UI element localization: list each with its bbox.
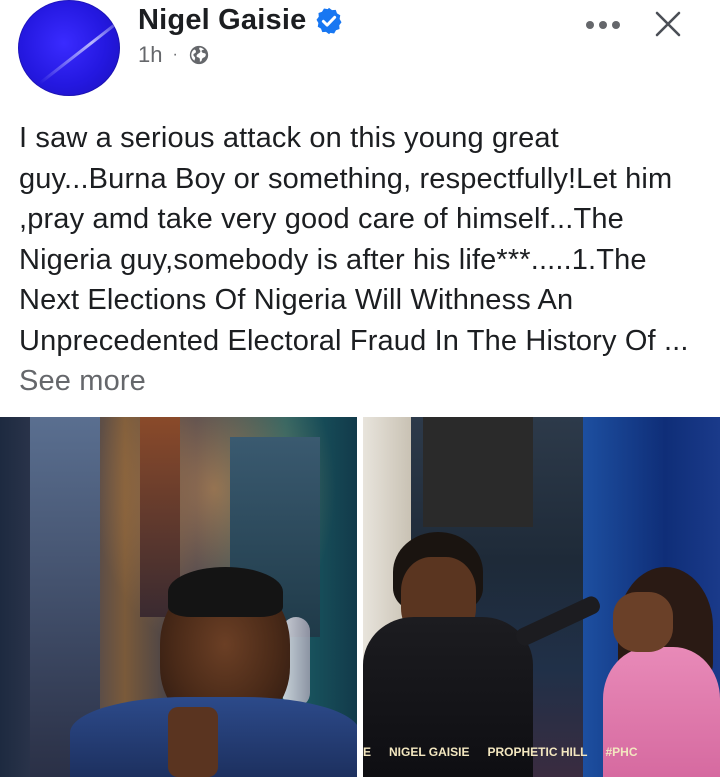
post-text: I saw a serious attack on this young gre… <box>19 122 689 357</box>
more-options-icon[interactable] <box>586 16 626 34</box>
author-name-row: Nigel Gaisie <box>138 4 344 37</box>
post-header: Nigel Gaisie 1h · <box>0 0 720 110</box>
watermark-text-3: PROPHETIC HILL <box>487 745 588 759</box>
watermark-text-4: #PHC <box>605 745 638 759</box>
post-body: I saw a serious attack on this young gre… <box>19 118 709 402</box>
author-avatar[interactable] <box>18 0 120 96</box>
verified-badge-icon <box>316 7 342 34</box>
close-icon[interactable] <box>652 8 684 40</box>
post-photo-1[interactable] <box>0 417 357 777</box>
globe-icon[interactable] <box>188 44 210 66</box>
post-time[interactable]: 1h <box>138 42 162 68</box>
author-name[interactable]: Nigel Gaisie <box>138 4 306 37</box>
watermark-text-2: NIGEL GAISIE <box>389 745 470 759</box>
post-photo-2[interactable]: E NIGEL GAISIE PROPHETIC HILL #PHC <box>363 417 720 777</box>
see-more-link[interactable]: See more <box>19 365 146 397</box>
watermark-text-1: E <box>363 745 372 759</box>
photo-watermark: E NIGEL GAISIE PROPHETIC HILL #PHC <box>363 741 720 763</box>
post-meta: 1h · <box>138 42 210 68</box>
meta-separator: · <box>172 46 178 63</box>
